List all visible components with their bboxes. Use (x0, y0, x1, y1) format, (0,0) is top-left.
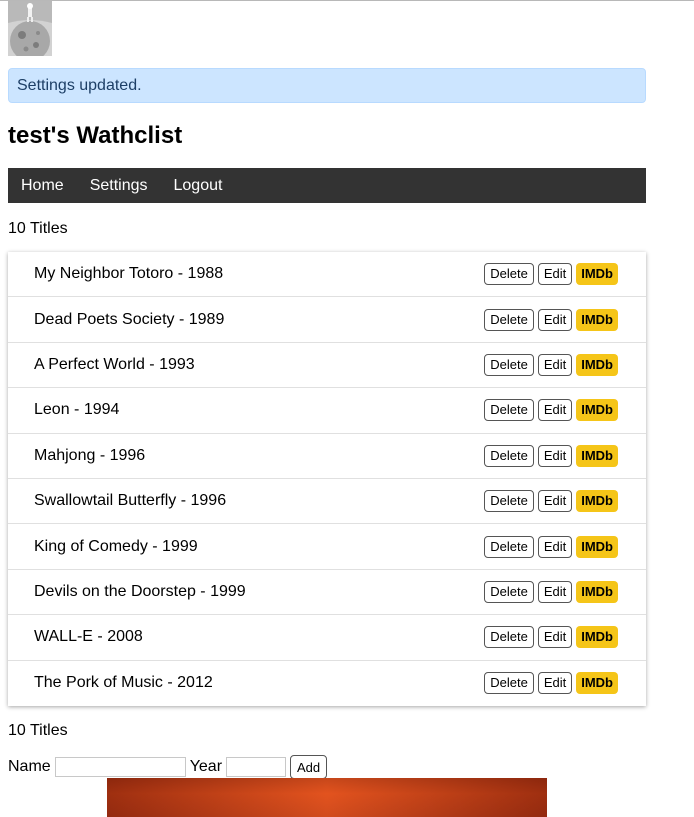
delete-button[interactable]: Delete (484, 308, 534, 331)
name-input[interactable] (54, 757, 186, 777)
imdb-link[interactable]: IMDb (576, 580, 618, 603)
movie-item: Dead Poets Society - 1989 Delete Edit IM… (8, 297, 646, 343)
delete-button[interactable]: Delete (484, 580, 534, 603)
movie-actions: Delete Edit IMDb (484, 490, 618, 513)
imdb-link[interactable]: IMDb (576, 535, 618, 558)
edit-button[interactable]: Edit (537, 263, 573, 286)
imdb-link[interactable]: IMDb (576, 353, 618, 376)
delete-button[interactable]: Delete (484, 399, 534, 422)
movie-actions: Delete Edit IMDb (484, 444, 618, 467)
movie-item: Leon - 1994 Delete Edit IMDb (8, 388, 646, 434)
edit-button[interactable]: Edit (537, 399, 573, 422)
movie-actions: Delete Edit IMDb (484, 535, 618, 558)
imdb-link[interactable]: IMDb (576, 308, 618, 331)
edit-button[interactable]: Edit (537, 672, 573, 695)
movie-title: The Pork of Music - 2012 (34, 674, 213, 692)
movie-item: Devils on the Doorstep - 1999 Delete Edi… (8, 570, 646, 616)
movie-title: A Perfect World - 1993 (34, 355, 195, 373)
edit-button[interactable]: Edit (537, 308, 573, 331)
delete-button[interactable]: Delete (484, 490, 534, 513)
year-input[interactable] (226, 757, 287, 777)
movie-actions: Delete Edit IMDb (484, 263, 618, 286)
movie-title: Swallowtail Butterfly - 1996 (34, 492, 227, 510)
imdb-link[interactable]: IMDb (576, 444, 618, 467)
movie-title: Devils on the Doorstep - 1999 (34, 582, 246, 600)
movie-actions: Delete Edit IMDb (484, 353, 618, 376)
imdb-link[interactable]: IMDb (576, 626, 618, 649)
movie-item: A Perfect World - 1993 Delete Edit IMDb (8, 343, 646, 389)
nav-settings-link[interactable]: Settings (77, 168, 161, 203)
movie-item: King of Comedy - 1999 Delete Edit IMDb (8, 524, 646, 570)
edit-button[interactable]: Edit (537, 353, 573, 376)
footer-banner-image (107, 778, 547, 817)
year-label: Year (189, 758, 223, 775)
imdb-link[interactable]: IMDb (576, 399, 618, 422)
edit-button[interactable]: Edit (537, 626, 573, 649)
delete-button[interactable]: Delete (484, 672, 534, 695)
imdb-link[interactable]: IMDb (576, 672, 618, 695)
movie-item: My Neighbor Totoro - 1988 Delete Edit IM… (8, 252, 646, 298)
movie-title: Mahjong - 1996 (34, 446, 146, 464)
delete-button[interactable]: Delete (484, 626, 534, 649)
add-movie-form: Name Year Add (8, 755, 328, 779)
avatar (8, 1, 52, 56)
name-label: Name (8, 758, 51, 775)
movie-title: King of Comedy - 1999 (34, 537, 198, 555)
movie-item: Mahjong - 1996 Delete Edit IMDb (8, 434, 646, 479)
movie-title: WALL-E - 2008 (34, 628, 143, 646)
imdb-link[interactable]: IMDb (576, 490, 618, 513)
alert-message: Settings updated. (17, 77, 142, 94)
movie-list: My Neighbor Totoro - 1988 Delete Edit IM… (8, 252, 646, 706)
settings-updated-alert: Settings updated. (8, 68, 646, 103)
movie-actions: Delete Edit IMDb (484, 626, 618, 649)
imdb-link[interactable]: IMDb (576, 263, 618, 286)
movie-actions: Delete Edit IMDb (484, 580, 618, 603)
add-button[interactable]: Add (290, 755, 328, 779)
edit-button[interactable]: Edit (537, 535, 573, 558)
movie-item: WALL-E - 2008 Delete Edit IMDb (8, 615, 646, 661)
edit-button[interactable]: Edit (537, 580, 573, 603)
delete-button[interactable]: Delete (484, 444, 534, 467)
movie-title: My Neighbor Totoro - 1988 (34, 265, 224, 283)
movie-actions: Delete Edit IMDb (484, 672, 618, 695)
movie-title: Leon - 1994 (34, 401, 120, 419)
title-count-bottom: 10 Titles (8, 722, 68, 739)
delete-button[interactable]: Delete (484, 535, 534, 558)
astronaut-on-moon-icon (8, 1, 52, 56)
delete-button[interactable]: Delete (484, 353, 534, 376)
movie-actions: Delete Edit IMDb (484, 308, 618, 331)
edit-button[interactable]: Edit (537, 490, 573, 513)
delete-button[interactable]: Delete (484, 263, 534, 286)
movie-title: Dead Poets Society - 1989 (34, 310, 225, 328)
navbar: Home Settings Logout (8, 168, 646, 203)
movie-actions: Delete Edit IMDb (484, 399, 618, 422)
movie-item: The Pork of Music - 2012 Delete Edit IMD… (8, 661, 646, 706)
title-count-top: 10 Titles (8, 220, 68, 237)
nav-logout-link[interactable]: Logout (161, 168, 236, 203)
page-title: test's Wathclist (8, 122, 183, 149)
movie-item: Swallowtail Butterfly - 1996 Delete Edit… (8, 479, 646, 525)
edit-button[interactable]: Edit (537, 444, 573, 467)
nav-home-link[interactable]: Home (8, 168, 77, 203)
